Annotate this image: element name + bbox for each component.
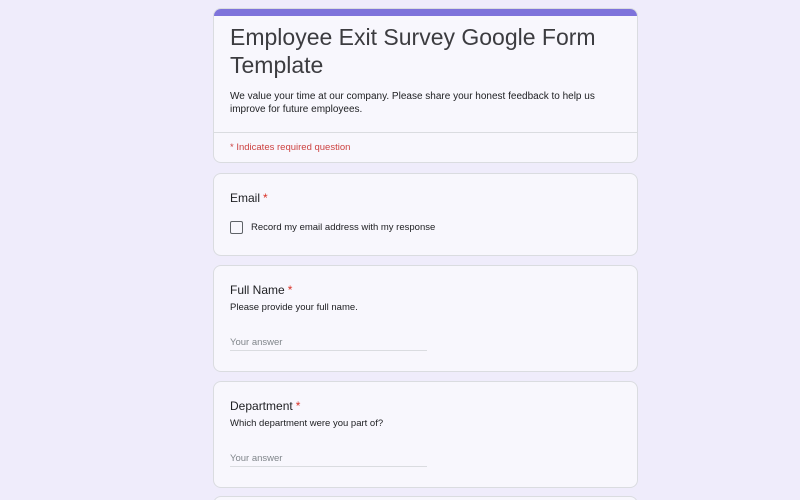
required-asterisk: * [295,399,301,413]
required-asterisk: * [287,283,293,297]
form-description: We value your time at our company. Pleas… [230,91,595,115]
email-question-card: Email * Record my email address with my r… [213,173,638,256]
record-email-checkbox[interactable] [230,221,243,234]
department-answer-input[interactable] [230,451,427,467]
email-question-title: Email * [230,191,268,205]
required-asterisk: * [263,191,268,205]
department-question-card: Department * Which department were you pa… [213,381,638,488]
form-header-card: Employee Exit Survey Google Form Templat… [213,8,638,163]
next-question-card [213,496,638,500]
full-name-question-title: Full Name * [230,283,292,297]
required-question-note: * Indicates required question [230,142,351,153]
full-name-question-card: Full Name * Please provide your full name… [213,265,638,372]
form-page: Employee Exit Survey Google Form Templat… [0,0,800,500]
email-question-label: Email [230,191,261,205]
full-name-question-label: Full Name [230,283,285,297]
full-name-question-description: Please provide your full name. [230,302,358,313]
form-title: Employee Exit Survey Google Form Templat… [230,24,596,78]
header-divider [214,132,637,133]
department-question-description: Which department were you part of? [230,418,384,429]
department-question-title: Department * [230,399,300,413]
department-question-label: Department [230,399,293,413]
record-email-label[interactable]: Record my email address with my response [251,222,435,233]
full-name-answer-input[interactable] [230,335,427,351]
record-email-option[interactable]: Record my email address with my response [230,221,435,234]
header-accent-bar [214,9,637,16]
